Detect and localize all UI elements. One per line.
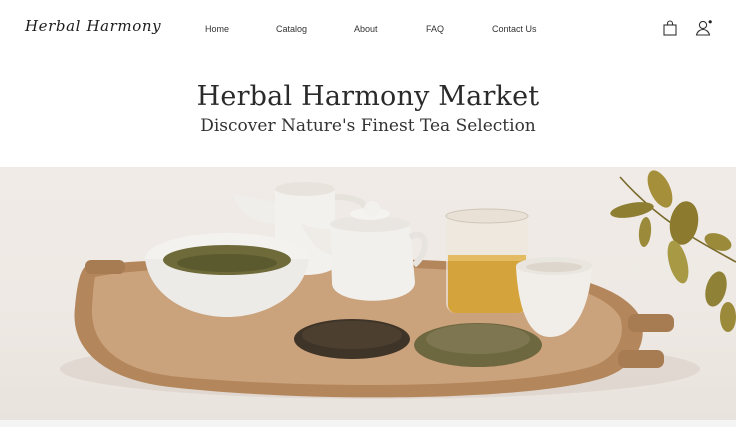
nav-home[interactable]: Home bbox=[205, 24, 229, 34]
nav-faq[interactable]: FAQ bbox=[426, 24, 444, 34]
page-title: Herbal Harmony Market bbox=[196, 81, 540, 112]
nav-contact-us[interactable]: Contact Us bbox=[492, 24, 537, 34]
glass-of-tea-illustration bbox=[445, 208, 529, 313]
site-header: Herbal Harmony Home Catalog About FAQ Co… bbox=[0, 0, 736, 58]
shopping-bag-icon[interactable] bbox=[661, 19, 679, 37]
user-account-icon[interactable] bbox=[695, 19, 713, 37]
nav-about[interactable]: About bbox=[354, 24, 378, 34]
hero-heading: Herbal Harmony Market Discover Nature's … bbox=[0, 80, 736, 138]
nav-catalog[interactable]: Catalog bbox=[276, 24, 307, 34]
site-logo[interactable]: Herbal Harmony bbox=[25, 17, 161, 35]
page-subtitle: Discover Nature's Finest Tea Selection bbox=[200, 116, 536, 136]
page-divider bbox=[0, 420, 736, 427]
hero-banner-image bbox=[0, 167, 736, 420]
